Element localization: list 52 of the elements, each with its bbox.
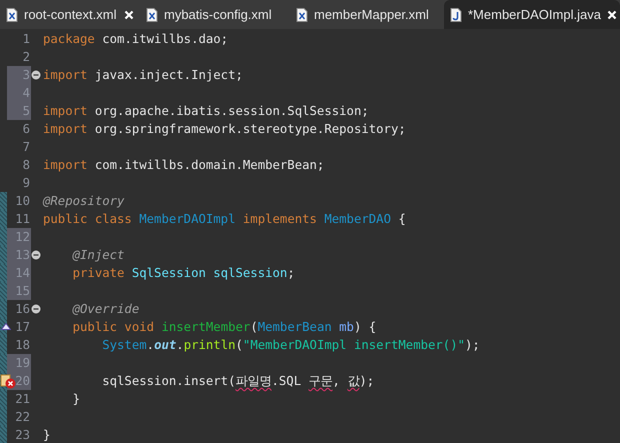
line-number: 23: [14, 427, 31, 443]
code-line: @Inject: [72, 247, 124, 264]
java-file-icon: [450, 8, 462, 22]
line-number: 14: [7, 264, 31, 282]
code-line: sqlSession.insert(파일명.SQL 구문, 값);: [101, 373, 374, 390]
line-number: 6: [22, 121, 31, 138]
collapse-icon[interactable]: [31, 304, 41, 314]
xml-file-icon: [296, 8, 308, 22]
line-number: 21: [14, 391, 31, 408]
code-line: import com.itwillbs.domain.MemberBean;: [43, 157, 324, 174]
line-number: 8: [22, 157, 31, 174]
line-number: 17: [14, 319, 31, 336]
line-number: 1: [22, 31, 31, 48]
xml-file-icon: [6, 8, 18, 22]
editor-tab[interactable]: mybatis-config.xml: [140, 0, 290, 29]
collapse-icon[interactable]: [31, 250, 41, 260]
code-line: System.out.println("MemberDAOImpl insertMember()");: [101, 337, 480, 354]
line-number: 18: [14, 337, 31, 354]
line-number: 7: [22, 139, 31, 156]
editor-tab[interactable]: root-context.xml: [0, 0, 140, 29]
line-number: 12: [7, 228, 31, 246]
editor-tab[interactable]: memberMapper.xml: [290, 0, 440, 29]
line-number: 3: [7, 66, 31, 84]
line-number: 5: [7, 102, 31, 120]
code-line: @Override: [72, 301, 140, 318]
line-number: 15: [7, 282, 31, 300]
line-number: 10: [14, 193, 31, 210]
override-triangle-icon: [1, 323, 11, 330]
code-line: }: [72, 391, 80, 408]
error-icon: [0, 373, 16, 389]
line-number: 22: [14, 409, 31, 426]
code-line: package com.itwillbs.dao;: [43, 31, 228, 48]
line-number: 11: [14, 211, 31, 228]
close-icon[interactable]: [124, 10, 134, 20]
code-line: import org.apache.ibatis.session.SqlSession;: [43, 103, 369, 120]
code-line: import org.springframework.stereotype.Repository;: [43, 121, 406, 138]
close-icon[interactable]: [606, 10, 617, 20]
code-line: }: [43, 427, 50, 443]
code-line: private SqlSession sqlSession;: [72, 265, 295, 282]
xml-file-icon: [146, 8, 158, 22]
line-number: 13: [7, 246, 31, 264]
editor-tab[interactable]: *MemberDAOImpl.java: [444, 0, 620, 29]
code-line: import javax.inject.Inject;: [43, 67, 243, 84]
line-number: 2: [22, 49, 31, 66]
code-line: public void insertMember(MemberBean mb) {: [72, 319, 376, 336]
collapse-icon[interactable]: [31, 70, 41, 80]
code-line: public class MemberDAOImpl implements MemberDAO {: [43, 211, 406, 228]
line-number: 9: [22, 175, 31, 192]
line-number: 19: [7, 354, 31, 372]
line-number: 4: [7, 84, 31, 102]
code-line: @Repository: [43, 193, 124, 210]
line-number: 16: [14, 301, 31, 318]
